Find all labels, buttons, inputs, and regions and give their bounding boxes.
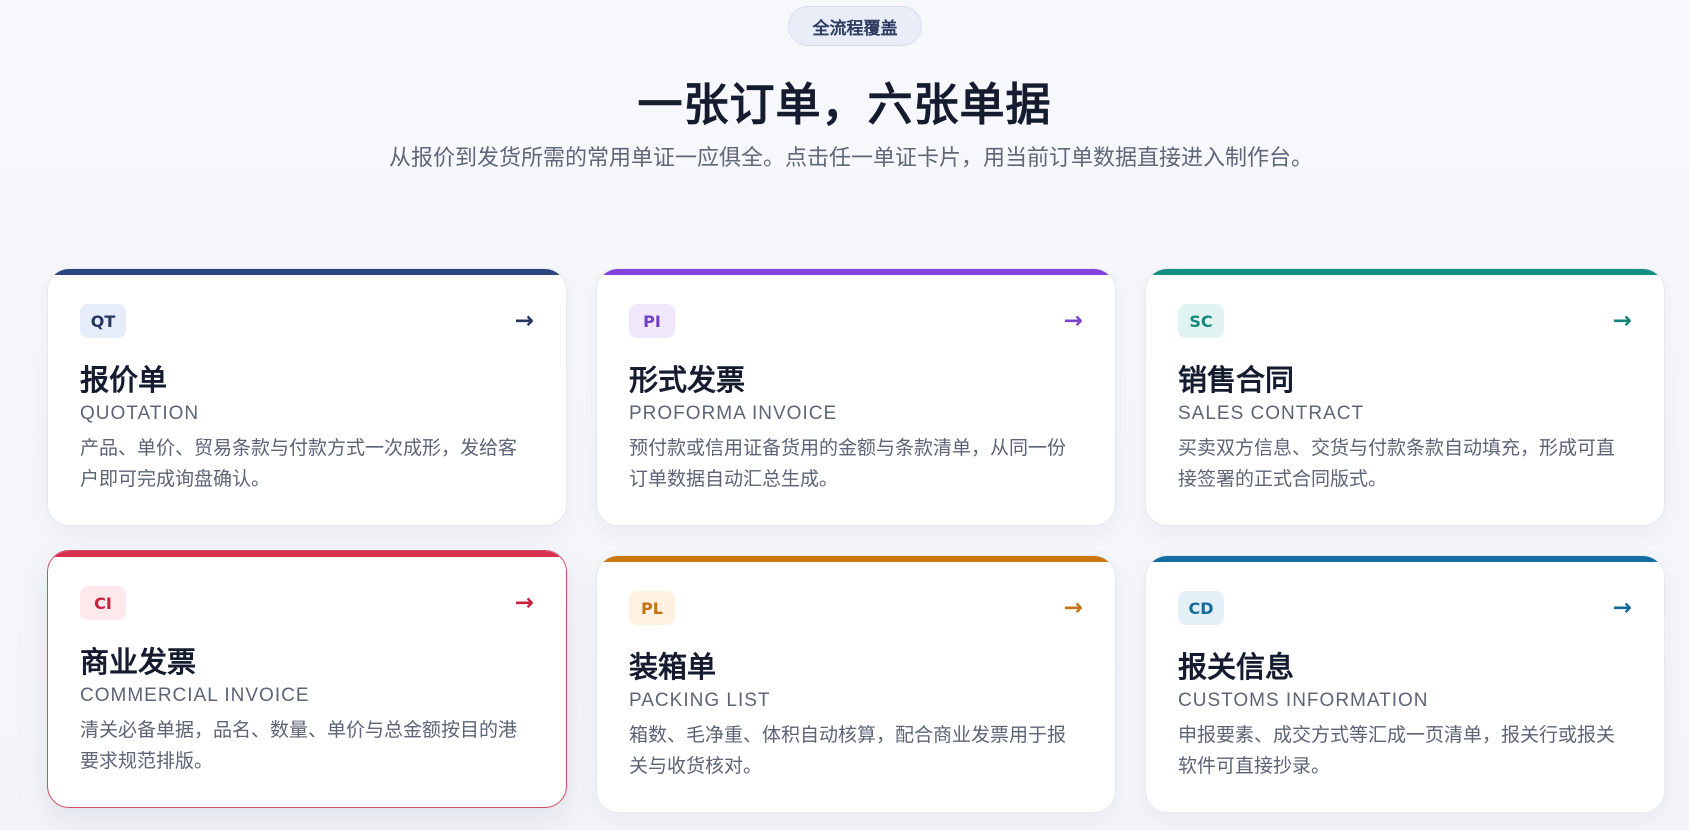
arrow-right-icon[interactable]: → bbox=[515, 304, 534, 338]
arrow-right-icon[interactable]: → bbox=[1064, 304, 1083, 338]
card-english-title: QUOTATION bbox=[80, 403, 200, 424]
arrow-right-icon[interactable]: → bbox=[1613, 591, 1632, 625]
page-subtitle: 从报价到发货所需的常用单证一应俱全。点击任一单证卡片，用当前订单数据直接进入制作… bbox=[388, 146, 1313, 171]
card-title: 报关信息 bbox=[1178, 650, 1295, 684]
card-packing-list[interactable]: PL → 装箱单 PACKING LIST 箱数、毛净重、体积自动核算，配合商业… bbox=[596, 555, 1116, 813]
card-sales-contract[interactable]: SC → 销售合同 SALES CONTRACT 买卖双方信息、交货与付款条款自… bbox=[1145, 268, 1665, 526]
card-description: 清关必备单据，品名、数量、单价与总金额按目的港要求规范排版。 bbox=[80, 719, 518, 772]
card-title: 报价单 bbox=[80, 363, 168, 397]
card-code-badge: CD bbox=[1178, 591, 1224, 625]
card-english-title: COMMERCIAL INVOICE bbox=[80, 685, 310, 706]
card-code-badge: QT bbox=[80, 304, 126, 338]
card-english-title: CUSTOMS INFORMATION bbox=[1178, 690, 1429, 711]
card-description: 预付款或信用证备货用的金额与条款清单，从同一份订单数据自动汇总生成。 bbox=[629, 437, 1067, 490]
card-commercial-invoice[interactable]: CI → 商业发票 COMMERCIAL INVOICE 清关必备单据，品名、数… bbox=[47, 550, 567, 808]
card-description: 产品、单价、贸易条款与付款方式一次成形，发给客户即可完成询盘确认。 bbox=[80, 437, 518, 490]
document-card-grid: QT → 报价单 QUOTATION 产品、单价、贸易条款与付款方式一次成形，发… bbox=[47, 268, 1667, 813]
card-quotation[interactable]: QT → 报价单 QUOTATION 产品、单价、贸易条款与付款方式一次成形，发… bbox=[47, 268, 567, 526]
card-proforma-invoice[interactable]: PI → 形式发票 PROFORMA INVOICE 预付款或信用证备货用的金额… bbox=[596, 268, 1116, 526]
page-title: 一张订单，六张单据 bbox=[637, 78, 1052, 131]
card-code-badge: PI bbox=[629, 304, 675, 338]
card-description: 箱数、毛净重、体积自动核算，配合商业发票用于报关与收货核对。 bbox=[629, 724, 1067, 777]
card-code-badge: PL bbox=[629, 591, 675, 625]
card-description: 申报要素、成交方式等汇成一页清单，报关行或报关软件可直接抄录。 bbox=[1178, 724, 1616, 777]
card-english-title: PROFORMA INVOICE bbox=[629, 403, 838, 424]
arrow-right-icon[interactable]: → bbox=[1064, 591, 1083, 625]
coverage-pill: 全流程覆盖 bbox=[788, 6, 922, 46]
card-title: 销售合同 bbox=[1178, 363, 1295, 397]
card-english-title: PACKING LIST bbox=[629, 690, 771, 711]
card-english-title: SALES CONTRACT bbox=[1178, 403, 1365, 424]
card-code-badge: CI bbox=[80, 586, 126, 620]
card-title: 装箱单 bbox=[629, 650, 717, 684]
card-code-badge: SC bbox=[1178, 304, 1224, 338]
arrow-right-icon[interactable]: → bbox=[515, 586, 534, 620]
arrow-right-icon[interactable]: → bbox=[1613, 304, 1632, 338]
card-description: 买卖双方信息、交货与付款条款自动填充，形成可直接签署的正式合同版式。 bbox=[1178, 437, 1616, 490]
card-title: 形式发票 bbox=[629, 363, 746, 397]
card-title: 商业发票 bbox=[80, 645, 197, 679]
card-customs-information[interactable]: CD → 报关信息 CUSTOMS INFORMATION 申报要素、成交方式等… bbox=[1145, 555, 1665, 813]
